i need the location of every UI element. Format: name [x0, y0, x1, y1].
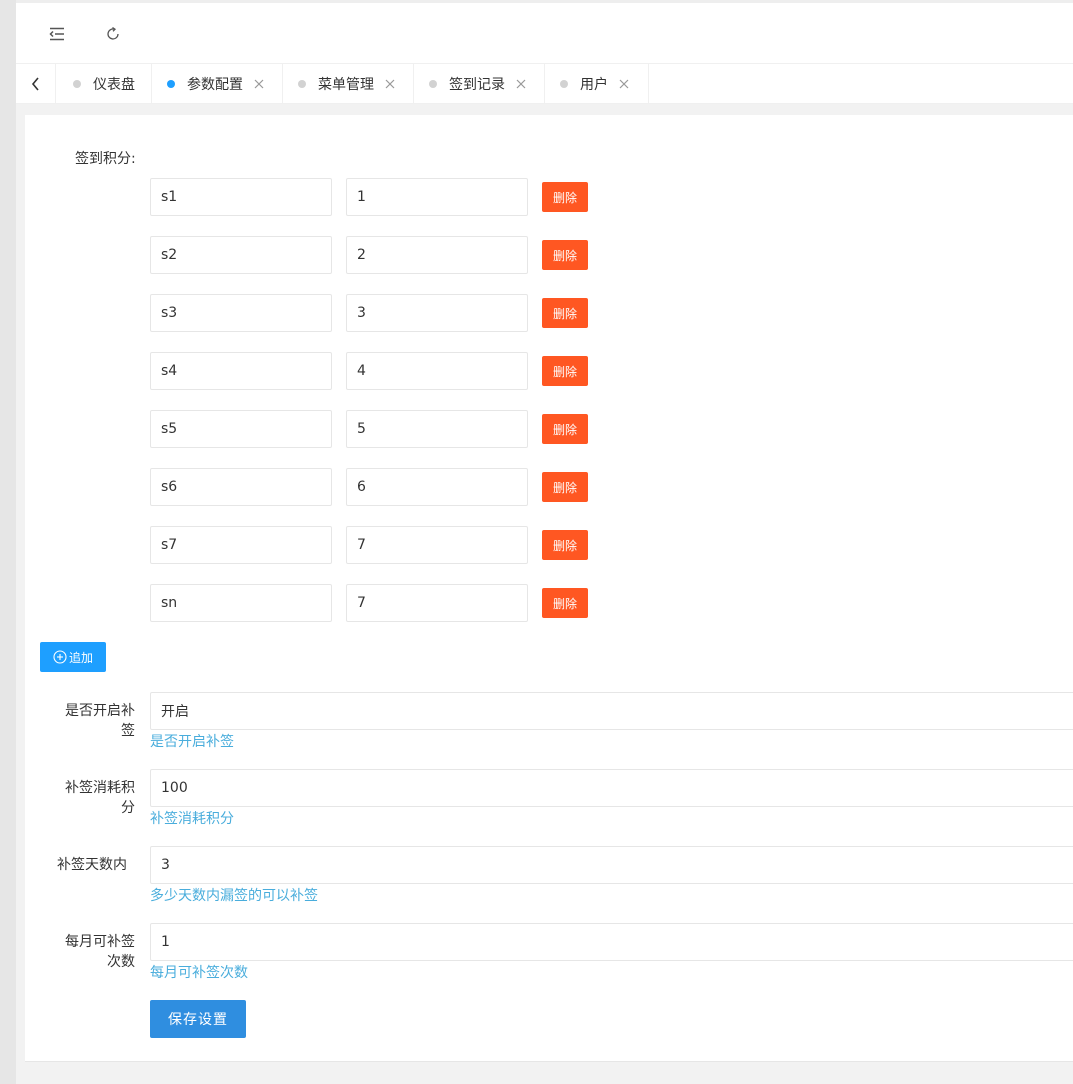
menu-collapse-icon[interactable]	[44, 21, 70, 47]
close-icon[interactable]	[515, 78, 527, 90]
help-text: 补签消耗积分	[150, 811, 234, 827]
enable-makeup-input[interactable]	[150, 692, 1073, 730]
enable-makeup-label: 是否开启补 签	[47, 701, 135, 741]
makeup-days-label: 补签天数内	[47, 855, 127, 875]
add-button[interactable]: 追加	[40, 642, 106, 672]
delete-button[interactable]: 删除	[542, 472, 588, 502]
tab-status-dot	[298, 80, 306, 88]
delete-button[interactable]: 删除	[542, 298, 588, 328]
plus-circle-icon	[53, 650, 67, 664]
delete-button[interactable]: 删除	[542, 530, 588, 560]
tab-label: 仪表盘	[93, 77, 135, 93]
tab-label: 用户	[580, 77, 608, 93]
tab-status-dot	[560, 80, 568, 88]
point-value-input[interactable]	[346, 352, 528, 390]
label-line: 签	[121, 723, 135, 739]
point-value-input[interactable]	[346, 526, 528, 564]
delete-button[interactable]: 删除	[542, 414, 588, 444]
settings-form: 签到积分: 删除 删除 删除 删除 删除 删除 删除 删除 追加 是否开启补 签…	[25, 115, 1073, 1062]
monthly-makeup-input[interactable]	[150, 923, 1073, 961]
point-key-input[interactable]	[150, 294, 332, 332]
sidebar-edge	[0, 0, 16, 1084]
close-icon[interactable]	[618, 78, 630, 90]
close-icon[interactable]	[253, 78, 265, 90]
tab-status-dot	[167, 80, 175, 88]
tab-label: 参数配置	[187, 77, 243, 93]
tab-dashboard[interactable]: 仪表盘	[56, 64, 152, 104]
delete-button[interactable]: 删除	[542, 182, 588, 212]
refresh-icon[interactable]	[100, 21, 126, 47]
label-line: 补签消耗积	[65, 780, 135, 796]
help-text: 每月可补签次数	[150, 965, 248, 981]
label-line: 次数	[107, 954, 135, 970]
tab-signin-records[interactable]: 签到记录	[414, 64, 545, 104]
point-value-input[interactable]	[346, 294, 528, 332]
help-text: 是否开启补签	[150, 734, 234, 750]
label-line: 是否开启补	[65, 703, 135, 719]
tab-status-dot	[73, 80, 81, 88]
tab-status-dot	[429, 80, 437, 88]
tab-users[interactable]: 用户	[545, 64, 649, 104]
point-key-input[interactable]	[150, 468, 332, 506]
top-header	[16, 0, 1073, 64]
makeup-days-input[interactable]	[150, 846, 1073, 884]
save-settings-button[interactable]: 保存设置	[150, 1000, 246, 1038]
label-line: 每月可补签	[65, 934, 135, 950]
label-line: 分	[121, 800, 135, 816]
tab-label: 签到记录	[449, 77, 505, 93]
tab-label: 菜单管理	[318, 77, 374, 93]
makeup-cost-label: 补签消耗积 分	[47, 778, 135, 818]
delete-button[interactable]: 删除	[542, 240, 588, 270]
tab-scroll-left-button[interactable]	[16, 64, 56, 104]
tab-bar: 仪表盘 参数配置 菜单管理 签到记录 用户	[16, 64, 1073, 104]
point-key-input[interactable]	[150, 584, 332, 622]
point-key-input[interactable]	[150, 410, 332, 448]
point-value-input[interactable]	[346, 410, 528, 448]
add-button-label: 追加	[68, 650, 93, 665]
close-icon[interactable]	[384, 78, 396, 90]
monthly-makeup-label: 每月可补签 次数	[47, 932, 135, 972]
chevron-left-icon	[31, 77, 39, 91]
point-key-input[interactable]	[150, 526, 332, 564]
delete-button[interactable]: 删除	[542, 588, 588, 618]
label-line: 补签天数内	[57, 857, 127, 873]
point-key-input[interactable]	[150, 178, 332, 216]
point-key-input[interactable]	[150, 236, 332, 274]
makeup-cost-input[interactable]	[150, 769, 1073, 807]
point-value-input[interactable]	[346, 468, 528, 506]
point-value-input[interactable]	[346, 236, 528, 274]
point-key-input[interactable]	[150, 352, 332, 390]
tab-param-config[interactable]: 参数配置	[152, 64, 283, 104]
tab-menu-management[interactable]: 菜单管理	[283, 64, 414, 104]
delete-button[interactable]: 删除	[542, 356, 588, 386]
point-value-input[interactable]	[346, 584, 528, 622]
points-label: 签到积分:	[75, 151, 136, 167]
help-text: 多少天数内漏签的可以补签	[150, 888, 318, 904]
point-value-input[interactable]	[346, 178, 528, 216]
